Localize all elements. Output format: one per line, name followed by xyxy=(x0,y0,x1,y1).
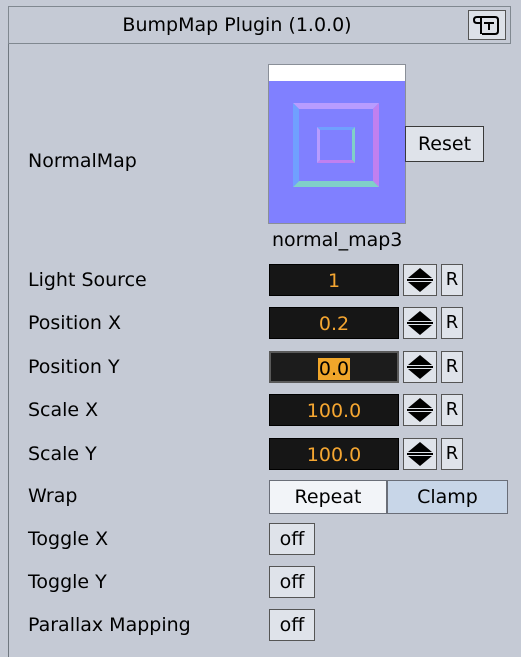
normalmap-name: normal_map3 xyxy=(272,229,403,251)
scale-x-field[interactable]: 100.0 xyxy=(269,394,399,426)
toggle-x-button[interactable]: off xyxy=(269,523,315,555)
position-x-reset-button[interactable]: R xyxy=(441,307,463,339)
position-y-value: 0.0 xyxy=(317,358,351,380)
position-y-spinner[interactable] xyxy=(403,351,437,383)
position-x-field[interactable]: 0.2 xyxy=(269,307,399,339)
light-source-reset-button[interactable]: R xyxy=(441,264,463,296)
scale-x-label: Scale X xyxy=(28,399,99,421)
normal-map-preview xyxy=(269,81,405,223)
plugin-title-bar: BumpMap Plugin (1.0.0) xyxy=(8,6,511,44)
toggle-y-button[interactable]: off xyxy=(269,566,315,598)
light-source-spinner[interactable] xyxy=(403,264,437,296)
light-source-field[interactable]: 1 xyxy=(269,264,399,296)
parallax-mapping-button[interactable]: off xyxy=(269,609,315,641)
scale-y-label: Scale Y xyxy=(28,443,97,465)
wrap-repeat-option[interactable]: Repeat xyxy=(269,480,387,514)
position-y-field[interactable]: 0.0 xyxy=(269,351,399,383)
position-x-spinner[interactable] xyxy=(403,307,437,339)
scale-x-reset-button[interactable]: R xyxy=(441,394,463,426)
script-icon[interactable] xyxy=(468,10,506,40)
scale-y-reset-button[interactable]: R xyxy=(441,438,463,470)
wrap-label: Wrap xyxy=(28,485,78,507)
plugin-title: BumpMap Plugin (1.0.0) xyxy=(122,14,352,36)
normalmap-thumbnail[interactable] xyxy=(268,64,406,224)
toggle-y-label: Toggle Y xyxy=(28,571,107,593)
normalmap-reset-button[interactable]: Reset xyxy=(405,126,484,162)
position-y-label: Position Y xyxy=(28,356,120,378)
scale-y-field[interactable]: 100.0 xyxy=(269,438,399,470)
position-x-label: Position X xyxy=(28,312,122,334)
wrap-clamp-option[interactable]: Clamp xyxy=(387,480,508,514)
light-source-label: Light Source xyxy=(28,269,147,291)
normalmap-label: NormalMap xyxy=(28,150,137,172)
toggle-x-label: Toggle X xyxy=(28,528,109,550)
scale-x-spinner[interactable] xyxy=(403,394,437,426)
parallax-mapping-label: Parallax Mapping xyxy=(28,614,191,636)
bumpmap-plugin-panel: BumpMap Plugin (1.0.0) NormalMap Reset n… xyxy=(0,0,521,657)
position-y-reset-button[interactable]: R xyxy=(441,351,463,383)
scale-y-spinner[interactable] xyxy=(403,438,437,470)
